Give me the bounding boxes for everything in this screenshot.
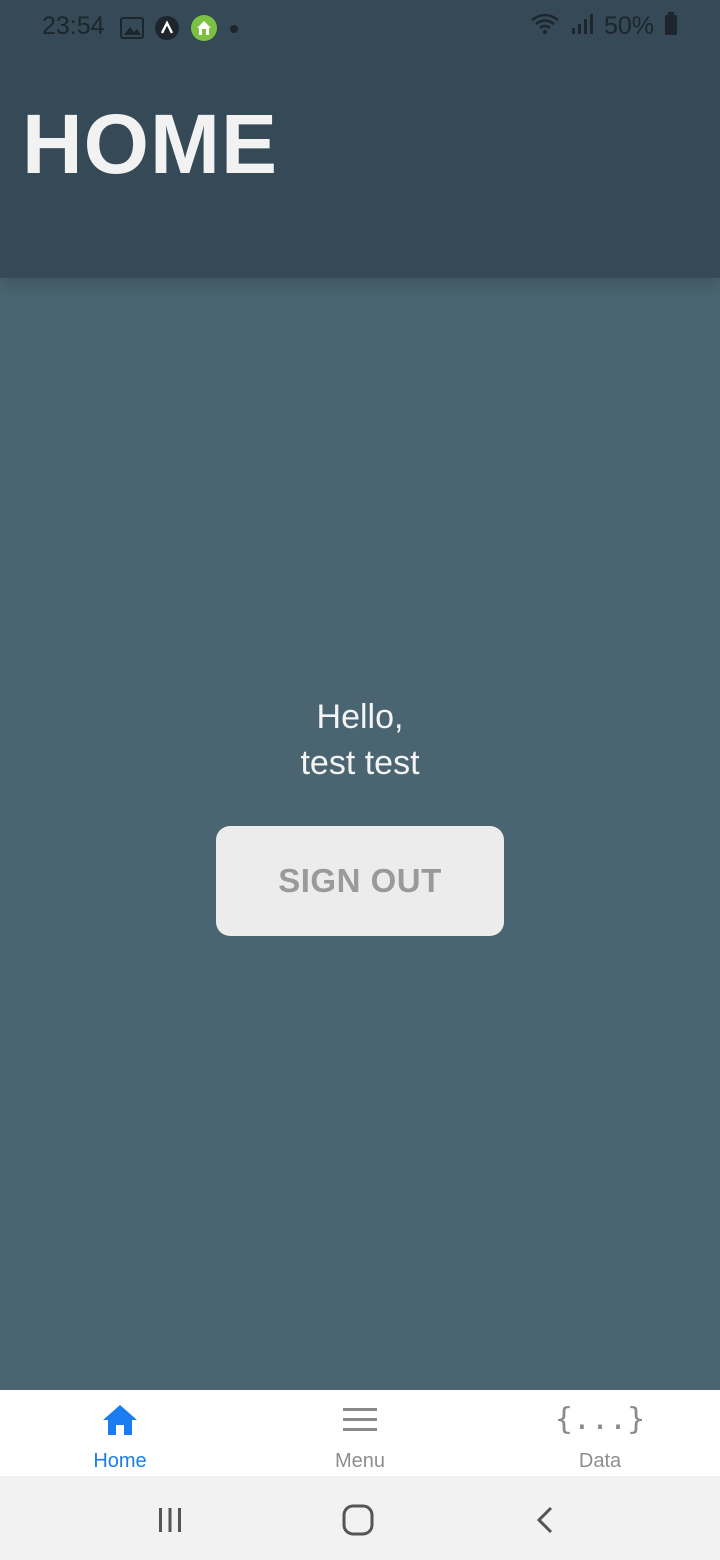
status-time: 23:54	[42, 12, 105, 40]
battery-percent: 50%	[603, 12, 654, 40]
app-a-icon	[154, 15, 180, 46]
signal-icon	[570, 12, 594, 41]
sign-out-button[interactable]: SIGN OUT	[216, 826, 504, 936]
status-bar: 23:54 50%	[0, 0, 720, 56]
tab-menu-label: Menu	[334, 1450, 386, 1472]
bottom-tab-bar: Home Menu {...} Data	[0, 1390, 720, 1476]
home-icon	[100, 1402, 140, 1443]
tab-menu[interactable]: Menu	[240, 1390, 480, 1476]
dot-icon	[228, 22, 240, 40]
greeting-text: Hello, test test	[0, 694, 720, 786]
app-header: 23:54 50% HOME	[0, 0, 720, 278]
gallery-icon	[120, 17, 144, 44]
home-button-icon[interactable]	[338, 1500, 378, 1540]
main-content: Hello, test test SIGN OUT	[0, 278, 720, 1390]
notification-icons	[120, 14, 240, 47]
braces-icon: {...}	[554, 1402, 646, 1437]
tab-home-label: Home	[93, 1450, 147, 1472]
recent-apps-icon[interactable]	[150, 1500, 190, 1540]
tab-home[interactable]: Home	[0, 1390, 240, 1476]
wifi-icon	[530, 12, 560, 41]
home-app-icon	[190, 14, 218, 47]
app-screen: 23:54 50% HOME Hello, test test SIGN OUT…	[0, 0, 720, 1560]
menu-icon	[341, 1402, 379, 1443]
tab-data-label: Data	[578, 1450, 622, 1472]
tab-data[interactable]: {...} Data	[480, 1390, 720, 1476]
greeting-line-username: test test	[300, 744, 420, 782]
page-title: HOME	[22, 97, 278, 191]
battery-icon	[664, 12, 678, 41]
system-navigation-bar	[0, 1476, 720, 1560]
back-icon[interactable]	[526, 1500, 566, 1540]
greeting-line-hello: Hello,	[316, 698, 404, 736]
system-icons: 50%	[530, 12, 678, 41]
